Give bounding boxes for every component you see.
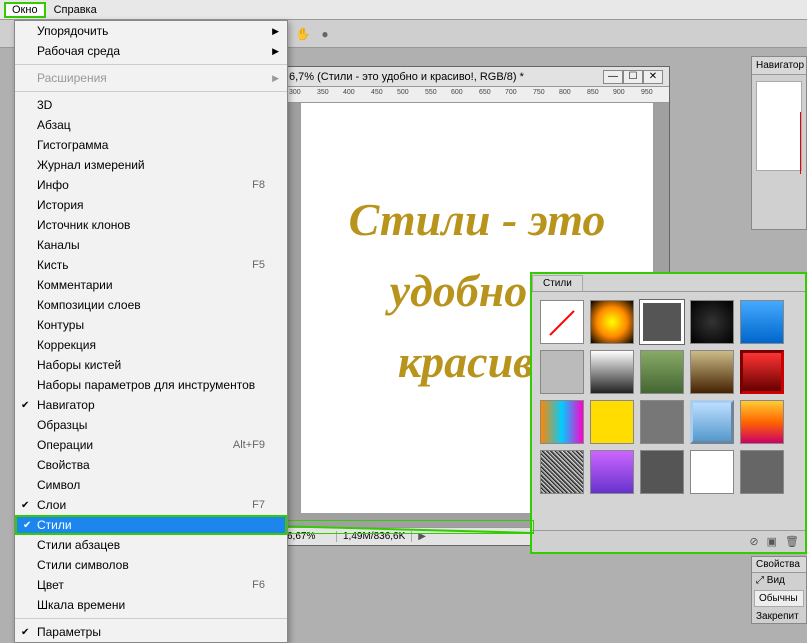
mi-obrazcy[interactable]: Образцы (15, 415, 287, 435)
doc-size: 1,49M/836,6K (337, 531, 412, 542)
check-icon: ✔ (23, 520, 31, 531)
hand-icon[interactable]: ✋ (295, 26, 311, 42)
mi-istochnik[interactable]: Источник клонов (15, 215, 287, 235)
menu-okno[interactable]: Окно (4, 2, 46, 18)
navigator-preview[interactable] (756, 81, 802, 171)
props-tab[interactable]: Свойства (752, 557, 806, 573)
mi-korrekciya[interactable]: Коррекция (15, 335, 287, 355)
separator (15, 64, 287, 65)
ruler-horizontal: 3003504004505005506006507007508008509009… (283, 87, 669, 103)
style-swatch[interactable] (590, 350, 634, 394)
mi-operacii[interactable]: ОперацииAlt+F9 (15, 435, 287, 455)
navigator-panel[interactable]: Навигатор (751, 56, 807, 230)
styles-panel[interactable]: Стили ⊘ ▣ 🗑 (530, 272, 807, 554)
styles-grid (532, 292, 805, 530)
style-swatch[interactable] (740, 350, 784, 394)
mi-svojstva[interactable]: Свойства (15, 455, 287, 475)
mi-stili-simvolov[interactable]: Стили символов (15, 555, 287, 575)
minimize-button[interactable]: — (603, 70, 623, 84)
mi-simvol[interactable]: Символ (15, 475, 287, 495)
mi-kommentarii[interactable]: Комментарии (15, 275, 287, 295)
mi-nabory-kistej[interactable]: Наборы кистей (15, 355, 287, 375)
styles-footer: ⊘ ▣ 🗑 (532, 530, 805, 552)
menu-spravka[interactable]: Справка (46, 2, 105, 18)
mi-kist[interactable]: КистьF5 (15, 255, 287, 275)
properties-panel[interactable]: Свойства ⤢ Вид Обычны Закрепит (751, 556, 807, 624)
menubar: Окно Справка (0, 0, 807, 20)
okno-dropdown: Упорядочить▶ Рабочая среда▶ Расширения▶ … (14, 20, 288, 643)
mi-3d[interactable]: 3D (15, 95, 287, 115)
mi-kanaly[interactable]: Каналы (15, 235, 287, 255)
style-swatch[interactable] (590, 300, 634, 344)
mi-cvet[interactable]: ЦветF6 (15, 575, 287, 595)
style-swatch[interactable] (640, 450, 684, 494)
mi-shkala[interactable]: Шкала времени (15, 595, 287, 615)
navigator-tab[interactable]: Навигатор (752, 57, 806, 75)
style-swatch[interactable] (740, 450, 784, 494)
style-swatch[interactable] (740, 300, 784, 344)
style-swatch[interactable] (640, 400, 684, 444)
style-swatch[interactable] (690, 400, 734, 444)
separator (15, 618, 287, 619)
mi-zhurnal[interactable]: Журнал измерений (15, 155, 287, 175)
style-swatch[interactable] (740, 400, 784, 444)
check-icon: ✔ (21, 627, 29, 638)
mi-kontury[interactable]: Контуры (15, 315, 287, 335)
style-swatch[interactable] (540, 350, 584, 394)
style-swatch[interactable] (590, 450, 634, 494)
doc-title-text: 6,7% (Стили - это удобно и красиво!, RGB… (289, 71, 524, 83)
styles-tabbar: Стили (532, 274, 805, 292)
document-titlebar[interactable]: 6,7% (Стили - это удобно и красиво!, RGB… (283, 67, 669, 87)
props-vid-label: ⤢ Вид (752, 573, 806, 588)
mi-gistogramma[interactable]: Гистограмма (15, 135, 287, 155)
mi-istoriya[interactable]: История (15, 195, 287, 215)
style-swatch[interactable] (690, 300, 734, 344)
check-icon: ✔ (21, 400, 29, 411)
check-icon: ✔ (21, 500, 29, 511)
style-swatch[interactable] (540, 450, 584, 494)
mi-navigator[interactable]: ✔Навигатор (15, 395, 287, 415)
submenu-arrow-icon: ▶ (272, 26, 279, 37)
style-swatch[interactable] (690, 450, 734, 494)
canvas-text-1: Стили - это (349, 193, 606, 246)
mi-info[interactable]: ИнфоF8 (15, 175, 287, 195)
no-style-icon[interactable]: ⊘ (749, 535, 758, 548)
submenu-arrow-icon: ▶ (272, 73, 279, 84)
props-lock-label: Закрепит (752, 609, 806, 624)
maximize-button[interactable]: ☐ (623, 70, 643, 84)
mi-sloi[interactable]: ✔СлоиF7 (15, 495, 287, 515)
separator (15, 91, 287, 92)
mi-stili-abzacev[interactable]: Стили абзацев (15, 535, 287, 555)
props-mode[interactable]: Обычны (754, 590, 804, 607)
mi-parametry[interactable]: ✔Параметры (15, 622, 287, 642)
style-none[interactable] (540, 300, 584, 344)
mi-stili[interactable]: ✔Стили (15, 515, 287, 535)
style-swatch[interactable] (540, 400, 584, 444)
mi-kompozicii[interactable]: Композиции слоев (15, 295, 287, 315)
submenu-arrow-icon: ▶ (272, 46, 279, 57)
mi-uporyadochit[interactable]: Упорядочить▶ (15, 21, 287, 41)
mi-rabochaya-sreda[interactable]: Рабочая среда▶ (15, 41, 287, 61)
zoom-level[interactable]: 6,67% (287, 531, 337, 542)
close-button[interactable]: ✕ (643, 70, 663, 84)
mi-abzac[interactable]: Абзац (15, 115, 287, 135)
style-swatch[interactable] (640, 350, 684, 394)
trash-icon[interactable]: 🗑 (785, 535, 799, 548)
style-swatch[interactable] (590, 400, 634, 444)
rec-icon[interactable]: ● (317, 26, 333, 42)
statusbar-arrow-icon[interactable]: ▶ (412, 531, 432, 542)
styles-tab[interactable]: Стили (532, 275, 583, 291)
style-swatch-selected[interactable] (640, 300, 684, 344)
mi-nabory-param[interactable]: Наборы параметров для инструментов (15, 375, 287, 395)
new-style-icon[interactable]: ▣ (767, 535, 777, 548)
style-swatch[interactable] (690, 350, 734, 394)
mi-rasshireniya[interactable]: Расширения▶ (15, 68, 287, 88)
